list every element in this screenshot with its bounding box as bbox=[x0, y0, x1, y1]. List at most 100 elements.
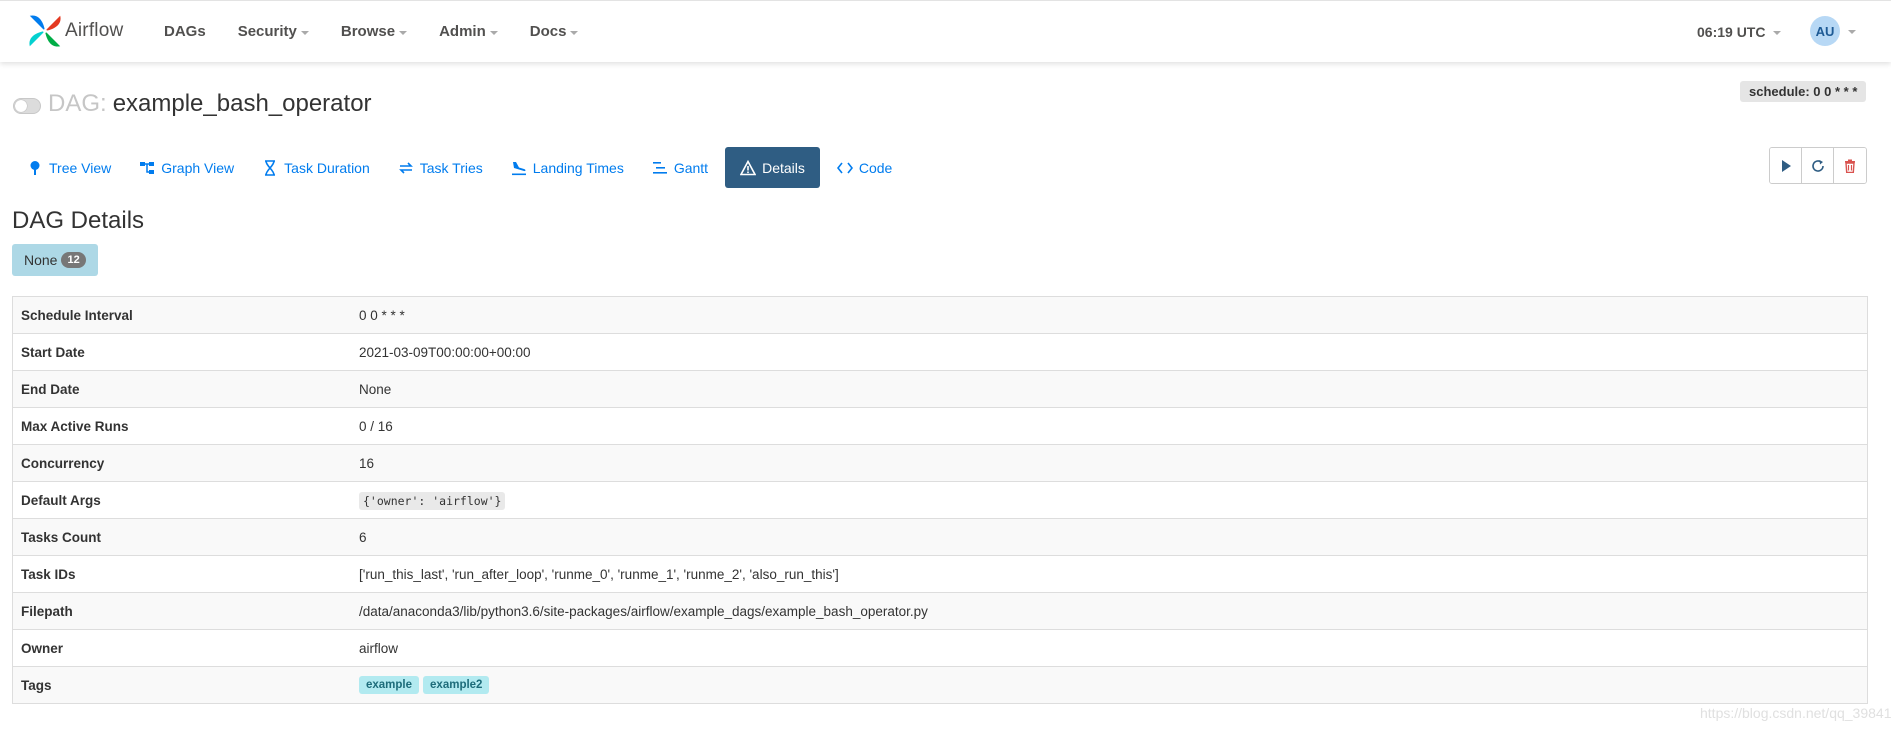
detail-key: Filepath bbox=[12, 592, 351, 630]
menu-browse-label: Browse bbox=[340, 23, 396, 40]
menu-docs[interactable]: Docs bbox=[530, 23, 579, 40]
tab-details[interactable]: Details bbox=[725, 147, 820, 188]
chevron-down-icon bbox=[489, 30, 498, 35]
detail-value-cell: {'owner': 'airflow'} bbox=[351, 481, 1868, 519]
table-row: Start Date 2021-03-09T00:00:00+00:00 bbox=[12, 333, 1868, 371]
retry-arrows-icon bbox=[398, 160, 414, 176]
tab-graph-view[interactable]: Graph View bbox=[128, 147, 245, 188]
dag-details-table: Schedule Interval 0 0 * * * Start Date 2… bbox=[12, 296, 1868, 704]
tag-example[interactable]: example bbox=[359, 676, 420, 694]
detail-value: /data/anaconda3/lib/python3.6/site-packa… bbox=[351, 592, 1868, 630]
menu-browse[interactable]: Browse bbox=[340, 23, 408, 40]
detail-key: Max Active Runs bbox=[12, 407, 351, 445]
detail-value: airflow bbox=[351, 629, 1868, 667]
detail-key: Task IDs bbox=[12, 555, 351, 593]
detail-key: Schedule Interval bbox=[12, 296, 351, 334]
current-time: 06:19 UTC bbox=[1697, 23, 1766, 40]
delete-dag-button[interactable] bbox=[1834, 148, 1866, 183]
detail-key: Tasks Count bbox=[12, 518, 351, 556]
detail-key: End Date bbox=[12, 370, 351, 408]
refresh-icon bbox=[1811, 159, 1824, 172]
dag-prefix: DAG: bbox=[48, 90, 107, 117]
table-row: Max Active Runs 0 / 16 bbox=[12, 407, 1868, 445]
toggle-knob bbox=[15, 100, 27, 112]
chevron-down-icon bbox=[399, 30, 408, 35]
table-row: Tags example example2 bbox=[12, 666, 1868, 704]
menu-admin-label: Admin bbox=[439, 23, 486, 40]
warning-triangle-icon bbox=[740, 159, 757, 176]
detail-value: ['run_this_last', 'run_after_loop', 'run… bbox=[351, 555, 1868, 593]
detail-value-cell: example example2 bbox=[351, 666, 1868, 704]
tab-label: Gantt bbox=[673, 159, 709, 176]
plane-landing-icon bbox=[511, 160, 527, 176]
brand-link[interactable]: Airflow bbox=[26, 11, 123, 51]
section-title: DAG Details bbox=[12, 207, 145, 234]
tab-label: Landing Times bbox=[532, 159, 624, 176]
menu-security-label: Security bbox=[237, 23, 297, 40]
avatar: AU bbox=[1810, 16, 1840, 46]
table-row: Schedule Interval 0 0 * * * bbox=[12, 296, 1868, 334]
detail-key: Start Date bbox=[12, 333, 351, 371]
play-icon bbox=[1781, 159, 1791, 172]
navbar: Airflow DAGs Security Browse Admin Docs … bbox=[0, 0, 1891, 62]
dag-action-buttons bbox=[1769, 147, 1867, 184]
detail-value: None bbox=[351, 370, 1868, 408]
detail-key: Default Args bbox=[12, 481, 351, 519]
dag-pause-toggle[interactable] bbox=[13, 98, 41, 114]
tab-code[interactable]: Code bbox=[826, 147, 903, 188]
chevron-down-icon bbox=[1773, 30, 1782, 35]
airflow-logo-icon bbox=[29, 15, 61, 47]
menu-security[interactable]: Security bbox=[238, 23, 309, 40]
menu-docs-label: Docs bbox=[529, 23, 567, 40]
schedule-badge: schedule: 0 0 * * * bbox=[1740, 81, 1867, 102]
table-row: Owner airflow bbox=[12, 629, 1868, 667]
watermark: https://blog.csdn.net/qq_39841823 bbox=[1700, 705, 1891, 721]
tree-icon bbox=[27, 160, 43, 176]
code-icon bbox=[836, 160, 853, 176]
tab-label: Tree View bbox=[49, 159, 112, 176]
tab-label: Code bbox=[858, 159, 893, 176]
tab-label: Task Tries bbox=[419, 159, 483, 176]
table-row: Concurrency 16 bbox=[12, 444, 1868, 482]
state-label: None bbox=[24, 252, 58, 268]
trigger-dag-button[interactable] bbox=[1770, 148, 1802, 183]
detail-value: 6 bbox=[351, 518, 1868, 556]
detail-key: Owner bbox=[12, 629, 351, 667]
timezone-dropdown[interactable]: 06:19 UTC bbox=[1697, 1, 1782, 62]
tab-label: Task Duration bbox=[284, 159, 370, 176]
state-filter-badge[interactable]: None 12 bbox=[12, 244, 98, 276]
chevron-down-icon bbox=[1848, 30, 1856, 34]
brand-name: Airflow bbox=[65, 20, 124, 41]
table-row: End Date None bbox=[12, 370, 1868, 408]
detail-value: 16 bbox=[351, 444, 1868, 482]
chevron-down-icon bbox=[300, 30, 309, 35]
tab-tree-view[interactable]: Tree View bbox=[16, 147, 122, 188]
menu-admin[interactable]: Admin bbox=[439, 23, 498, 40]
refresh-dag-button[interactable] bbox=[1802, 148, 1834, 183]
trash-icon bbox=[1845, 159, 1855, 173]
tag-example2[interactable]: example2 bbox=[423, 676, 490, 694]
detail-key: Concurrency bbox=[12, 444, 351, 482]
tab-task-tries[interactable]: Task Tries bbox=[387, 147, 494, 188]
hourglass-icon bbox=[262, 159, 278, 176]
menu-dags-label: DAGs bbox=[164, 23, 206, 40]
detail-value: 2021-03-09T00:00:00+00:00 bbox=[351, 333, 1868, 371]
menu-dags[interactable]: DAGs bbox=[164, 23, 206, 40]
page-title: DAG: example_bash_operator bbox=[48, 89, 372, 119]
table-row: Default Args {'owner': 'airflow'} bbox=[12, 481, 1868, 519]
graph-icon bbox=[139, 160, 155, 176]
table-row: Task IDs ['run_this_last', 'run_after_lo… bbox=[12, 555, 1868, 593]
dag-name: example_bash_operator bbox=[112, 90, 372, 117]
dag-view-tabs: Tree View Graph View Task Duration Task … bbox=[16, 147, 909, 188]
tab-landing-times[interactable]: Landing Times bbox=[500, 147, 635, 188]
user-menu[interactable]: AU bbox=[1810, 16, 1856, 46]
table-row: Tasks Count 6 bbox=[12, 518, 1868, 556]
detail-value: 0 / 16 bbox=[351, 407, 1868, 445]
tab-gantt[interactable]: Gantt bbox=[641, 147, 719, 188]
tab-label: Details bbox=[762, 159, 805, 176]
detail-value: 0 0 * * * bbox=[351, 296, 1868, 334]
chevron-down-icon bbox=[570, 30, 579, 35]
tab-label: Graph View bbox=[161, 159, 235, 176]
tab-task-duration[interactable]: Task Duration bbox=[251, 147, 381, 188]
gantt-icon bbox=[652, 160, 668, 176]
